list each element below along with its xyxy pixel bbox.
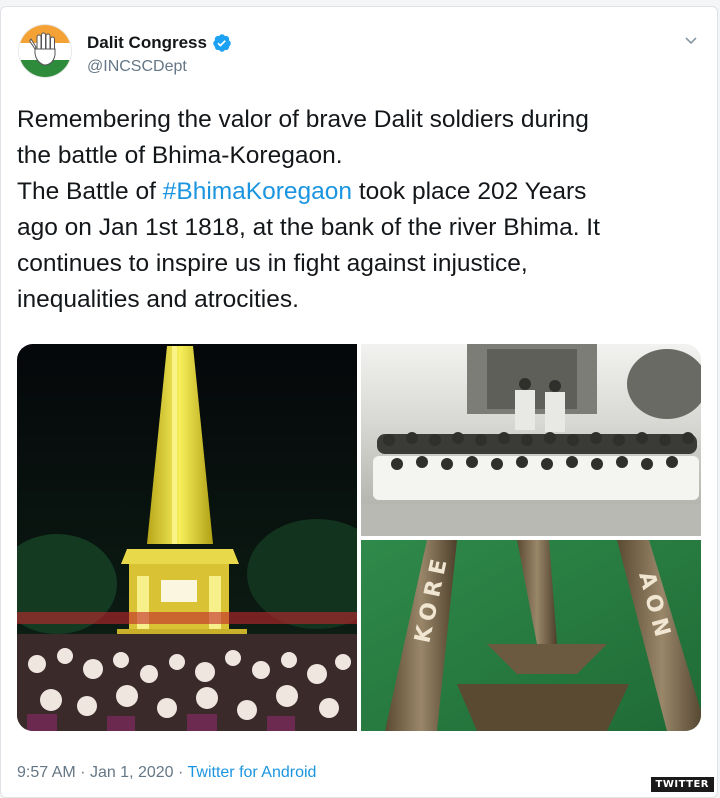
tweet-text-line: the battle of Bhima-Koregaon.	[17, 138, 707, 174]
media-image-pillar[interactable]	[17, 344, 387, 731]
author-handle[interactable]: @INCSCDept	[87, 58, 187, 76]
tweet-time[interactable]: 9:57 AM	[17, 764, 76, 781]
chevron-down-icon[interactable]	[682, 31, 700, 49]
media-image-emblem[interactable]: KORE AON	[361, 540, 701, 731]
tweet-text-segment: Remembering the valor of brave Dalit sol…	[17, 106, 589, 133]
tweet-text-segment: ago on Jan 1st 1818, at the bank of the …	[17, 214, 600, 241]
tweet-source-link[interactable]: Twitter for Android	[188, 764, 317, 781]
tweet-text-line: continues to inspire us in fight against…	[17, 246, 707, 282]
tweet-text-line: inequalities and atrocities.	[17, 282, 707, 318]
media-image-group-photo[interactable]	[361, 344, 701, 536]
tweet-text-line: Remembering the valor of brave Dalit sol…	[17, 102, 707, 138]
tweet-date[interactable]: Jan 1, 2020	[90, 764, 174, 781]
avatar[interactable]	[19, 25, 71, 77]
author-row[interactable]: Dalit Congress	[87, 33, 232, 53]
verified-badge-icon	[212, 33, 232, 53]
meta-separator: ·	[80, 764, 90, 781]
tweet-text-segment: the battle of Bhima-Koregaon.	[17, 142, 343, 169]
tweet-text-line: The Battle of #BhimaKoregaon took place …	[17, 174, 707, 210]
tweet-text: Remembering the valor of brave Dalit sol…	[17, 102, 707, 318]
congress-hand-logo-icon	[19, 25, 71, 77]
hashtag-link[interactable]: #BhimaKoregaon	[163, 178, 352, 205]
twitter-watermark: TWITTER	[650, 777, 714, 792]
tweet-text-line: ago on Jan 1st 1818, at the bank of the …	[17, 210, 707, 246]
tweet-card: Dalit Congress @INCSCDept Remembering th…	[0, 6, 718, 798]
tweet-text-segment: continues to inspire us in fight against…	[17, 250, 528, 277]
media-grid[interactable]: KORE AON	[17, 344, 701, 731]
author-name[interactable]: Dalit Congress	[87, 33, 207, 53]
tweet-text-segment: The Battle of	[17, 178, 163, 205]
tweet-text-segment: inequalities and atrocities.	[17, 286, 299, 313]
meta-separator: ·	[178, 764, 188, 781]
tweet-text-segment: took place 202 Years	[352, 178, 587, 205]
tweet-meta: 9:57 AM · Jan 1, 2020 · Twitter for Andr…	[17, 764, 316, 782]
